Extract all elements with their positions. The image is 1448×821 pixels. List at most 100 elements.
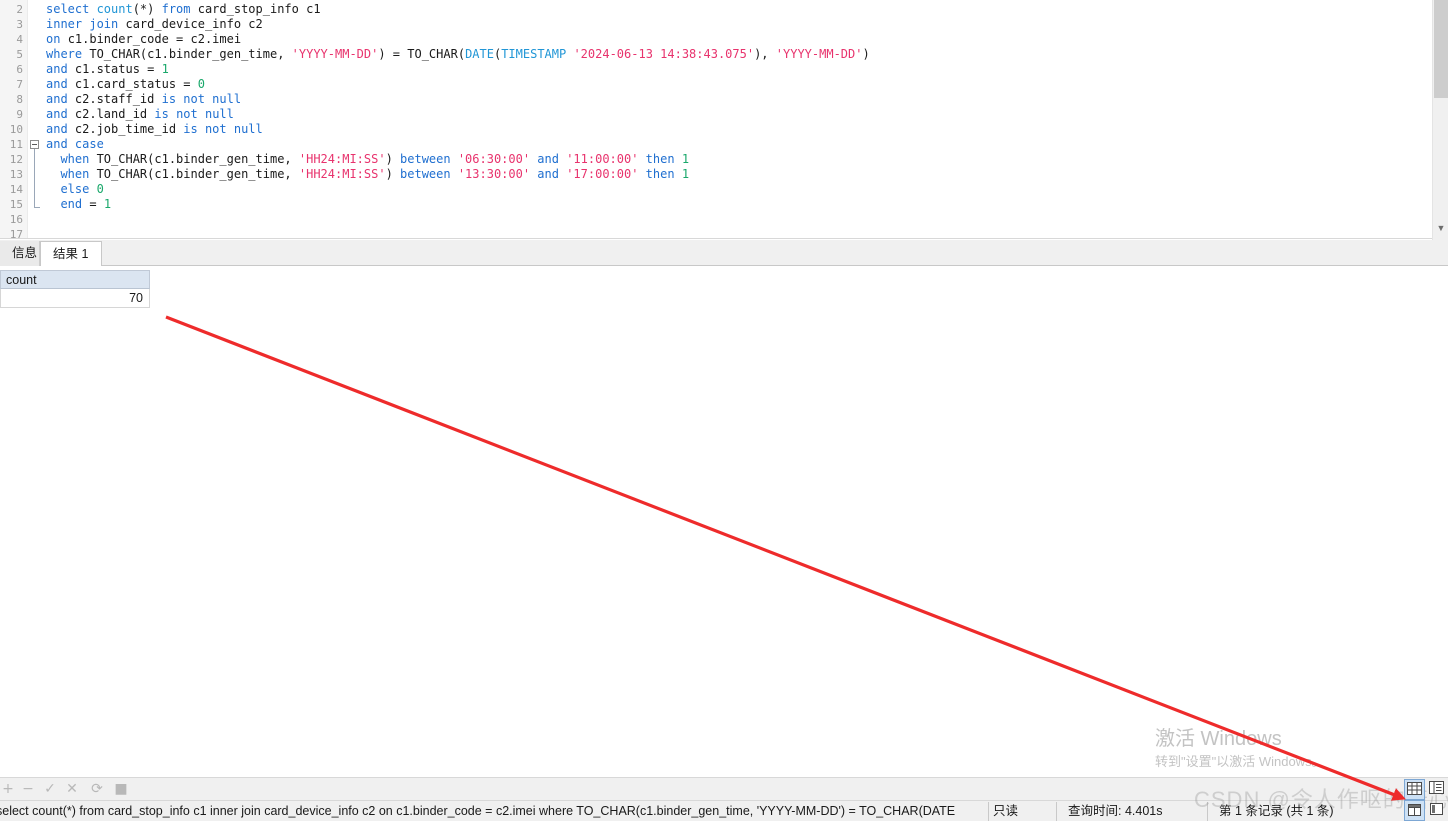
code-token: DATE	[465, 47, 494, 61]
code-token: between	[400, 167, 458, 181]
code-line[interactable]	[46, 212, 1432, 227]
code-token: TO_CHAR(c1.binder_gen_time,	[89, 47, 292, 61]
code-fold-gutter[interactable]	[28, 0, 42, 238]
sql-editor-pane[interactable]: 2 3 4 5 6 7 8 9 10 11 12 13 14 15 16 17 select count(*)…	[0, 0, 1448, 240]
result-pane: count 70	[0, 266, 1448, 777]
code-token: (*)	[132, 2, 162, 16]
line-number: 4	[16, 33, 23, 46]
delete-row-icon[interactable]: −	[20, 781, 36, 797]
line-number: 10	[9, 123, 23, 136]
result-cell-count-value[interactable]: 70	[0, 289, 150, 308]
editor-vertical-scrollbar[interactable]: ▼	[1432, 0, 1448, 240]
code-token: ),	[754, 47, 776, 61]
code-token: )	[385, 167, 401, 181]
code-token: )	[385, 152, 401, 166]
code-fold-bracket	[34, 149, 35, 207]
status-divider-2	[1056, 802, 1057, 821]
code-line[interactable]: and c1.card_status = 0	[46, 77, 1432, 92]
windows-watermark-title: 激活 Windows	[1155, 728, 1282, 750]
code-area[interactable]: 2 3 4 5 6 7 8 9 10 11 12 13 14 15 16 17 select count(*)…	[0, 0, 1432, 240]
code-line[interactable]: on c1.binder_code = c2.imei	[46, 32, 1432, 47]
code-token: card_device_info c2	[125, 17, 263, 31]
code-token: 1	[681, 167, 690, 181]
code-line[interactable]: when TO_CHAR(c1.binder_gen_time, 'HH24:M…	[46, 167, 1432, 182]
form-view-toggle[interactable]	[1427, 779, 1448, 800]
refresh-icon[interactable]: ⟳	[89, 781, 105, 797]
code-line[interactable]: and c2.job_time_id is not null	[46, 122, 1432, 137]
windows-watermark-subtitle: 转到"设置"以激活 Windows。	[1155, 754, 1325, 769]
code-line[interactable]: select count(*) from card_stop_info c1	[46, 2, 1432, 17]
code-line[interactable]: and c2.staff_id is not null	[46, 92, 1432, 107]
code-token: c2.job_time_id	[74, 122, 184, 136]
tab-result[interactable]: 结果 1	[40, 241, 102, 267]
result-tab-strip[interactable]: 信息 结果 1	[0, 240, 1448, 267]
stop-icon[interactable]: ■	[113, 781, 129, 797]
editor-scrollbar-thumb[interactable]	[1434, 0, 1448, 98]
code-token: and	[46, 92, 75, 106]
view-toggle-group[interactable]	[1400, 778, 1448, 821]
line-number: 12	[9, 153, 23, 166]
code-fold-toggle[interactable]	[30, 140, 39, 149]
code-line[interactable]: and c1.status = 1	[46, 62, 1432, 77]
code-line[interactable]: and case	[46, 137, 1432, 152]
code-token: then	[638, 167, 682, 181]
add-row-icon[interactable]: +	[0, 781, 16, 797]
windows-activation-watermark: 激活 Windows 转到"设置"以激活 Windows。	[1155, 726, 1435, 772]
line-number: 15	[9, 198, 23, 211]
result-column-header-count[interactable]: count	[0, 270, 150, 289]
line-number: 14	[9, 183, 23, 196]
code-token: and	[530, 152, 567, 166]
result-grid[interactable]: count 70	[0, 270, 150, 308]
code-line[interactable]: end = 1	[46, 197, 1432, 212]
code-token: TO_CHAR(c1.binder_gen_time,	[96, 167, 299, 181]
code-token: 'YYYY-MM-DD'	[291, 47, 379, 61]
code-line[interactable]: and c2.land_id is not null	[46, 107, 1432, 122]
code-token: and case	[46, 137, 104, 151]
grid-view-toggle-secondary[interactable]	[1404, 800, 1425, 821]
code-token: select	[46, 2, 97, 16]
code-token: between	[400, 152, 458, 166]
form-view-icon	[1429, 781, 1444, 794]
line-number: 6	[16, 63, 23, 76]
line-number: 9	[16, 108, 23, 121]
code-token: on	[46, 32, 68, 46]
code-line[interactable]: else 0	[46, 182, 1432, 197]
code-line[interactable]: where TO_CHAR(c1.binder_gen_time, 'YYYY-…	[46, 47, 1432, 62]
grid-view-toggle[interactable]	[1404, 779, 1425, 800]
code-token: c1.card_status =	[74, 77, 198, 91]
chevron-down-icon[interactable]: ▼	[1433, 220, 1448, 236]
sql-code-text[interactable]: select count(*) from card_stop_info c1 in…	[42, 0, 1432, 238]
code-token: c2.land_id	[74, 107, 155, 121]
code-token: c1.status =	[74, 62, 162, 76]
status-query-text: select count(*) from card_stop_info c1 i…	[0, 804, 956, 818]
code-token: and	[46, 107, 75, 121]
status-readonly-label: 只读	[993, 804, 1019, 818]
editor-bottom-divider	[0, 238, 1432, 239]
code-token: 0	[197, 77, 205, 91]
code-line[interactable]: when TO_CHAR(c1.binder_gen_time, 'HH24:M…	[46, 152, 1432, 167]
code-token: and	[46, 122, 75, 136]
code-token: '17:00:00'	[566, 167, 639, 181]
code-token: then	[638, 152, 682, 166]
rollback-icon[interactable]: ✕	[64, 781, 80, 797]
line-number: 16	[9, 213, 23, 226]
code-token: 1	[681, 152, 690, 166]
code-token: 'YYYY-MM-DD'	[775, 47, 863, 61]
code-token: is not null	[183, 122, 263, 136]
code-token: from	[161, 2, 198, 16]
commit-icon[interactable]: ✓	[42, 781, 58, 797]
tab-info[interactable]: 信息	[0, 241, 40, 266]
status-divider-1	[988, 802, 989, 821]
code-token: is not null	[154, 107, 234, 121]
code-token: 1	[103, 197, 112, 211]
code-token: where	[46, 47, 90, 61]
line-number: 13	[9, 168, 23, 181]
code-fold-bracket-end	[34, 207, 40, 208]
code-line[interactable]: inner join card_device_info c2	[46, 17, 1432, 32]
record-view-toggle[interactable]	[1427, 800, 1448, 821]
code-token: 'HH24:MI:SS'	[298, 152, 386, 166]
record-icon	[1430, 803, 1443, 815]
code-line[interactable]	[46, 227, 1432, 238]
